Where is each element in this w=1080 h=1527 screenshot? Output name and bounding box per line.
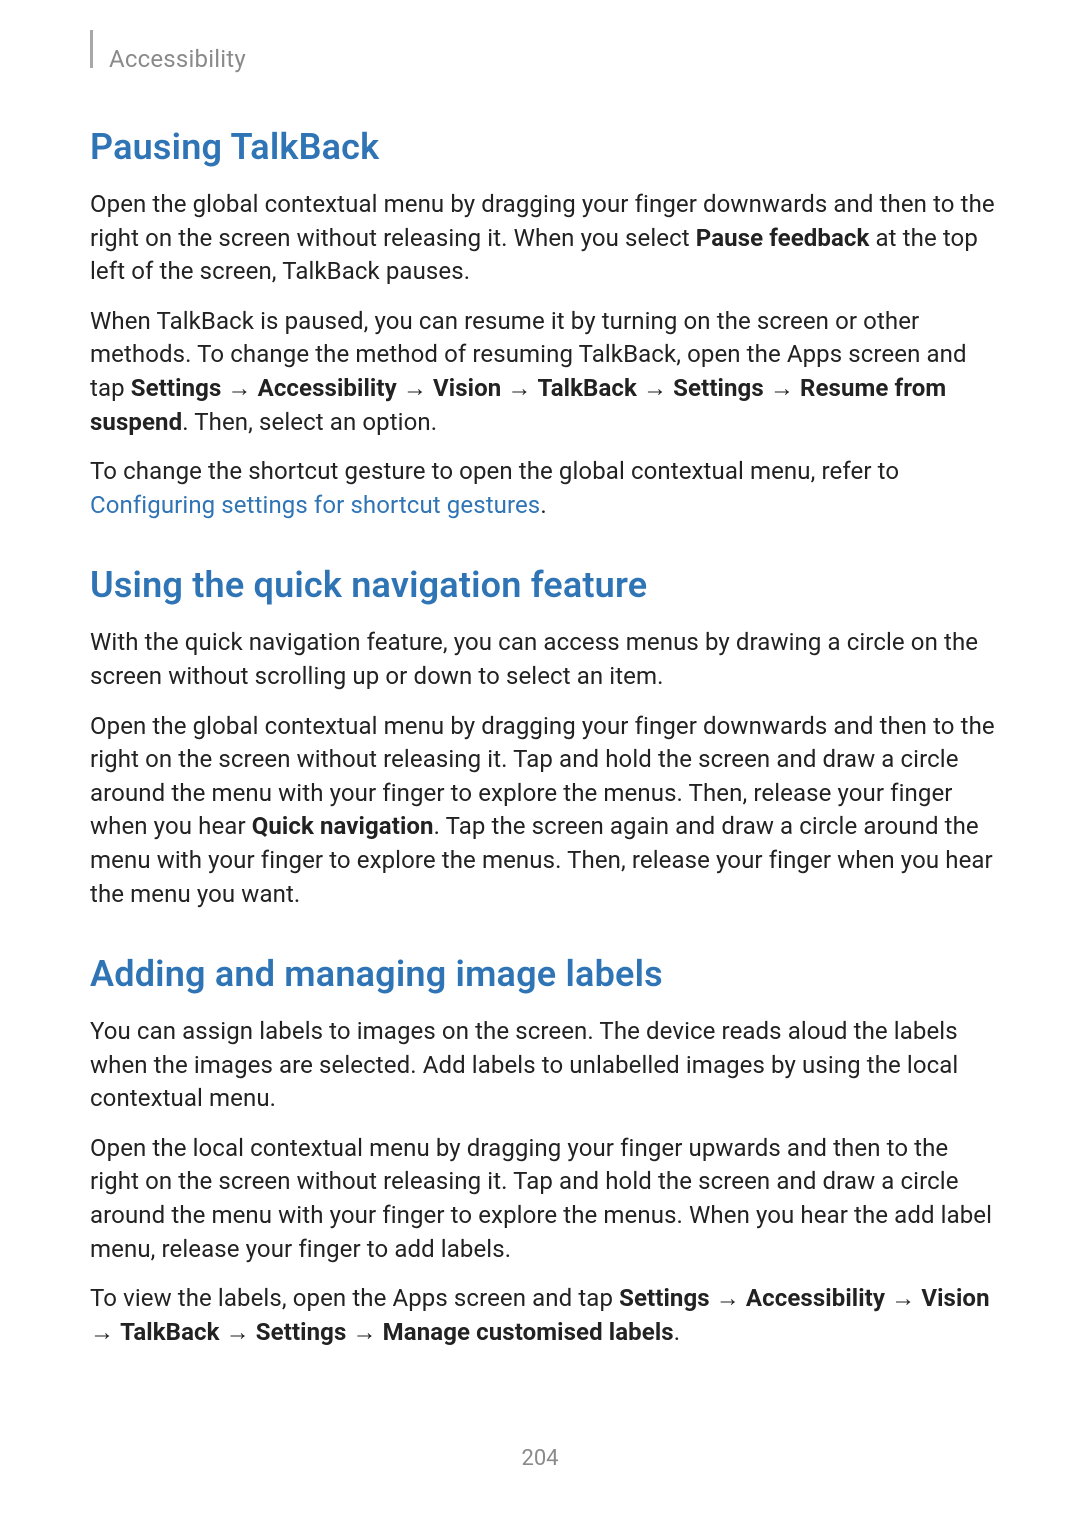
paragraph: Open the global contextual menu by dragg… [90,710,1000,912]
section-spacer [90,927,1000,953]
page-header: Accessibility [90,40,1000,78]
section-heading: Using the quick navigation feature [90,564,1000,606]
paragraph: You can assign labels to images on the s… [90,1015,1000,1116]
text-run: You can assign labels to images on the s… [90,1017,958,1112]
page-number: 204 [0,1446,1080,1471]
text-run: . Then, select an option. [182,408,437,436]
text-run: To change the shortcut gesture to open t… [90,457,899,485]
text-run: To view the labels, open the Apps screen… [90,1284,619,1312]
paragraph: With the quick navigation feature, you c… [90,626,1000,693]
bold-text: Settings [619,1284,710,1312]
section-heading: Adding and managing image labels [90,953,1000,995]
content-body: Pausing TalkBack Open the global contextu… [90,126,1000,1349]
paragraph: To view the labels, open the Apps screen… [90,1282,1000,1349]
bold-text: Pause feedback [696,224,870,252]
paragraph: To change the shortcut gesture to open t… [90,455,1000,522]
paragraph: Open the global contextual menu by dragg… [90,188,1000,289]
text-run: → [501,374,537,402]
document-page: Accessibility Pausing TalkBack Open the g… [0,0,1080,1349]
text-run: → [710,1284,746,1312]
text-run: → [397,374,433,402]
bold-text: Settings [131,374,222,402]
section-heading: Pausing TalkBack [90,126,1000,168]
text-run: With the quick navigation feature, you c… [90,628,978,690]
text-run: . [540,491,546,519]
bold-text: Accessibility [746,1284,885,1312]
text-run: → [764,374,800,402]
text-run: → [346,1318,382,1346]
bold-text: Settings [673,374,764,402]
bold-text: Vision [921,1284,989,1312]
text-run: Open the local contextual menu by draggi… [90,1134,992,1263]
paragraph: Open the local contextual menu by draggi… [90,1132,1000,1266]
text-run: → [221,374,257,402]
bold-text: Manage customised labels [383,1318,674,1346]
text-run: → [637,374,673,402]
bold-text: Vision [433,374,501,402]
bold-text: Accessibility [258,374,397,402]
cross-reference-link[interactable]: Configuring settings for shortcut gestur… [90,491,540,519]
section-spacer [90,538,1000,564]
text-run: → [885,1284,921,1312]
text-run: . [674,1318,680,1346]
text-run: → [220,1318,256,1346]
bold-text: Quick navigation [252,812,434,840]
bold-text: TalkBack [120,1318,219,1346]
chapter-title: Accessibility [109,45,246,73]
header-divider-icon [90,30,93,68]
bold-text: TalkBack [538,374,637,402]
bold-text: Settings [256,1318,347,1346]
paragraph: When TalkBack is paused, you can resume … [90,305,1000,439]
text-run: → [90,1318,120,1346]
